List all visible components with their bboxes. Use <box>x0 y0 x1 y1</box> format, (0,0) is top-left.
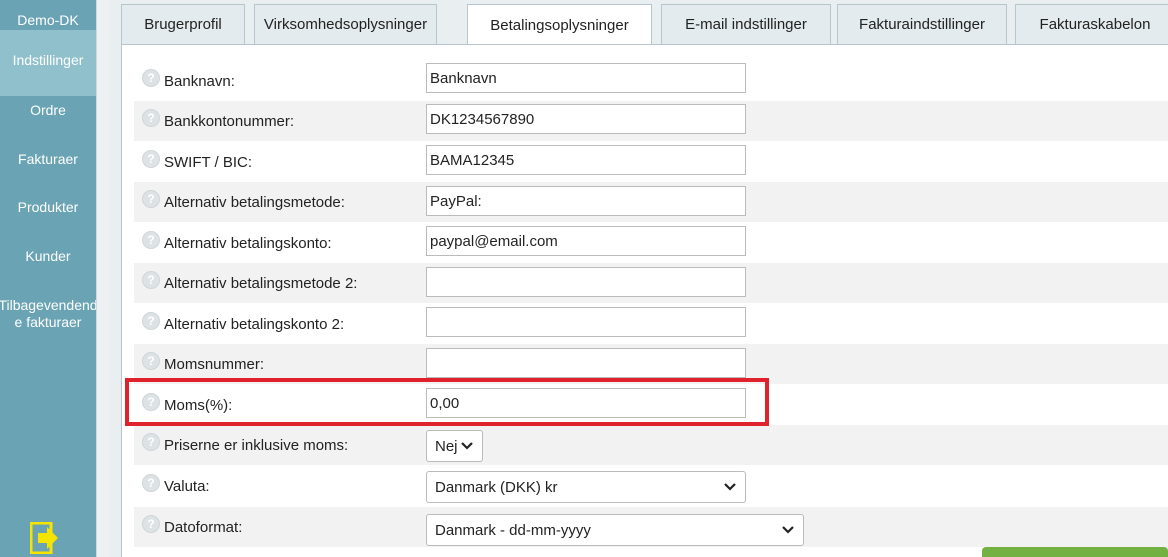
chevron-down-icon <box>461 442 473 450</box>
prices-incl-vat-select[interactable]: Nej <box>426 430 483 462</box>
currency-select[interactable]: Danmark (DKK) kr <box>426 471 746 503</box>
field-label: Momsnummer: <box>164 356 265 373</box>
chevron-down-icon <box>782 526 794 534</box>
help-icon[interactable]: ? <box>142 150 160 168</box>
help-icon[interactable]: ? <box>142 190 160 208</box>
select-value: Danmark (DKK) kr <box>435 478 558 496</box>
help-icon[interactable]: ? <box>142 393 160 411</box>
select-value: Nej <box>435 437 458 455</box>
sidebar-item-label: Tilbagevendende fakturaer <box>0 297 98 330</box>
logout-icon[interactable] <box>29 521 60 555</box>
sidebar-item-fakturaer[interactable]: Fakturaer <box>0 151 96 167</box>
help-icon[interactable]: ? <box>142 433 160 451</box>
field-label: Banknavn: <box>164 73 235 90</box>
help-icon[interactable]: ? <box>142 69 160 87</box>
sidebar-item-label: Fakturaer <box>18 151 78 167</box>
sidebar-item-produkter[interactable]: Produkter <box>0 199 96 215</box>
sidebar-divider <box>96 0 110 557</box>
field-label: Alternativ betalingsmetode: <box>164 194 345 211</box>
form-row-alt-account-2: ? Alternativ betalingskonto 2: <box>134 304 1168 344</box>
form-row-date-format: ? Datoformat: Danmark - dd-mm-yyyy <box>134 507 1168 547</box>
date-format-select[interactable]: Danmark - dd-mm-yyyy <box>426 514 804 546</box>
field-label: Valuta: <box>164 478 210 495</box>
form-row-account: ? Bankkontonummer: <box>134 101 1168 141</box>
help-icon[interactable]: ? <box>142 474 160 492</box>
tab-fakturaindstillinger[interactable]: Fakturaindstillinger <box>837 4 1007 44</box>
bank-name-input[interactable] <box>426 63 746 93</box>
field-label: SWIFT / BIC: <box>164 154 253 171</box>
field-label: Alternativ betalingsmetode 2: <box>164 275 358 292</box>
alt-payment-account-input[interactable] <box>426 226 746 256</box>
payment-settings-form: ? Banknavn: ? Bankkontonummer: ? SWIFT /… <box>121 44 1168 557</box>
select-value: Danmark - dd-mm-yyyy <box>435 521 591 539</box>
sidebar-item-ordre[interactable]: Ordre <box>0 102 96 118</box>
tab-email-indstillinger[interactable]: E-mail indstillinger <box>661 4 831 44</box>
sidebar-item-indstillinger[interactable]: Indstillinger <box>0 30 96 96</box>
vat-number-input[interactable] <box>426 348 746 378</box>
tab-brugerprofil[interactable]: Brugerprofil <box>121 4 245 44</box>
field-label: Alternativ betalingskonto: <box>164 235 332 252</box>
help-icon[interactable]: ? <box>142 352 160 370</box>
tab-fakturaskabelon[interactable]: Fakturaskabelon <box>1015 4 1168 44</box>
field-label: Priserne er inklusive moms: <box>164 437 349 454</box>
field-label: Datoformat: <box>164 519 243 536</box>
sidebar-item-tilbagevendende[interactable]: Tilbagevendende fakturaer <box>0 297 100 331</box>
form-row-vat-number: ? Momsnummer: <box>134 344 1168 384</box>
tab-betalingsoplysninger[interactable]: Betalingsoplysninger <box>467 4 652 45</box>
sidebar-item-label: Indstillinger <box>12 52 84 68</box>
form-row-alt-method-2: ? Alternativ betalingsmetode 2: <box>134 263 1168 303</box>
form-row-prices-incl-vat: ? Priserne er inklusive moms: Nej <box>134 425 1168 465</box>
form-row-currency: ? Valuta: Danmark (DKK) kr <box>134 466 1168 506</box>
form-row-swift: ? SWIFT / BIC: <box>134 142 1168 182</box>
field-label: Moms(%): <box>164 397 233 414</box>
vat-percent-input[interactable] <box>426 388 746 418</box>
form-row-vat-percent: ? Moms(%): <box>134 385 1168 425</box>
swift-input[interactable] <box>426 145 746 175</box>
sidebar-item-label: Produkter <box>17 199 79 215</box>
alt-payment-method-input[interactable] <box>426 186 746 216</box>
save-button[interactable] <box>982 547 1168 557</box>
help-icon[interactable]: ? <box>142 109 160 127</box>
sidebar-item-label: Kunder <box>25 248 71 264</box>
form-row-alt-account: ? Alternativ betalingskonto: <box>134 223 1168 263</box>
sidebar-item-kunder[interactable]: Kunder <box>0 248 96 264</box>
alt-payment-account-2-input[interactable] <box>426 307 746 337</box>
alt-payment-method-2-input[interactable] <box>426 267 746 297</box>
bank-account-input[interactable] <box>426 104 746 134</box>
chevron-down-icon <box>724 483 736 491</box>
help-icon[interactable]: ? <box>142 312 160 330</box>
sidebar: Demo-DK Indstillinger Ordre Fakturaer Pr… <box>0 0 98 557</box>
sidebar-item-label: Ordre <box>30 102 66 118</box>
field-label: Alternativ betalingskonto 2: <box>164 316 345 333</box>
tab-virksomhedsoplysninger[interactable]: Virksomhedsoplysninger <box>254 4 437 44</box>
help-icon[interactable]: ? <box>142 271 160 289</box>
field-label: Bankkontonummer: <box>164 113 295 130</box>
sidebar-company[interactable]: Demo-DK <box>0 12 96 28</box>
help-icon[interactable]: ? <box>142 231 160 249</box>
form-row-alt-method: ? Alternativ betalingsmetode: <box>134 182 1168 222</box>
help-icon[interactable]: ? <box>142 515 160 533</box>
form-row-bank-name: ? Banknavn: <box>134 61 1168 101</box>
